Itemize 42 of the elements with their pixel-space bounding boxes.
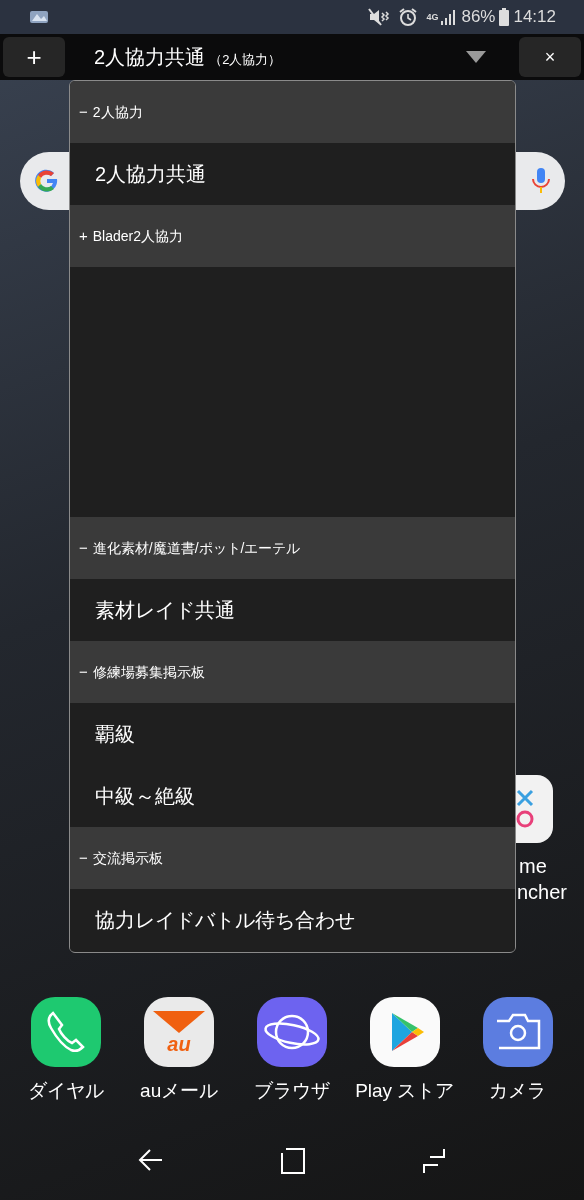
group-label: 交流掲示板: [92, 848, 163, 868]
camera-icon[interactable]: [482, 997, 553, 1067]
group-header[interactable]: − 交流掲示板: [70, 827, 515, 889]
phone-icon[interactable]: [31, 997, 102, 1067]
network-type: 4G: [426, 12, 439, 22]
app-label: auメール: [140, 1079, 219, 1103]
group-label: Blader2人協力: [92, 226, 184, 246]
group-label: 2人協力: [92, 102, 143, 122]
group-header[interactable]: − 修練場募集掲示板: [70, 641, 515, 703]
group-header[interactable]: − 進化素材/魔道書/ポット/エーテル: [70, 517, 515, 579]
group-header[interactable]: − 2人協力: [70, 81, 515, 143]
dropdown-arrow-icon[interactable]: [466, 51, 486, 63]
group-sign: −: [79, 537, 88, 558]
group-label: 修練場募集掲示板: [92, 662, 205, 682]
battery-icon: [499, 8, 510, 26]
group-label: 進化素材/魔道書/ポット/エーテル: [92, 538, 301, 558]
google-g-icon: [34, 168, 60, 194]
group-sign: −: [79, 101, 88, 122]
recent-apps-icon[interactable]: [421, 1148, 446, 1174]
planet-icon[interactable]: [257, 997, 327, 1067]
app-label: ブラウザ: [254, 1079, 330, 1103]
app-label: カメラ: [489, 1079, 547, 1103]
add-button[interactable]: +: [3, 37, 65, 77]
app-label: me: [519, 854, 547, 879]
close-button[interactable]: ×: [519, 37, 581, 77]
microphone-icon[interactable]: [531, 167, 551, 195]
group-sign: −: [79, 661, 88, 682]
back-icon[interactable]: [138, 1148, 165, 1172]
app-label: ncher: [517, 880, 568, 905]
group-sign: +: [79, 225, 88, 246]
group-header[interactable]: + Blader2人協力: [70, 205, 515, 267]
home-button-icon[interactable]: [281, 1148, 305, 1174]
cross-circle-icon: [514, 789, 536, 829]
battery-percent: 86%: [461, 6, 496, 29]
group-sign: −: [79, 847, 88, 868]
alarm-icon: [398, 7, 419, 27]
dropdown-title[interactable]: 2人協力共通: [94, 42, 206, 72]
app-label: Play ストア: [355, 1079, 455, 1103]
clock-time: 14:12: [513, 6, 556, 29]
app-label: ダイヤル: [28, 1079, 105, 1103]
dropdown-subtitle: （2人協力）: [209, 51, 282, 69]
app-notification-icon: [28, 8, 50, 26]
